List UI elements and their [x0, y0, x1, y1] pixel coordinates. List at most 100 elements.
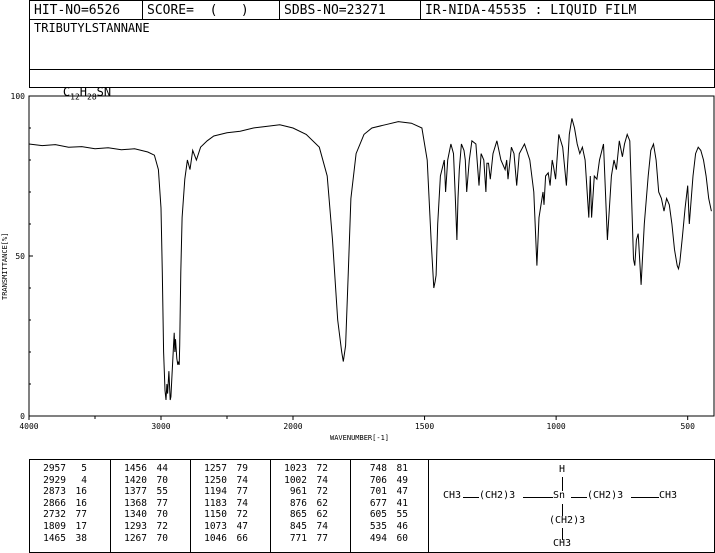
peak-column: 1456 44 1420 70 1377 55 1368 77 1340 70 1293 72 1267…: [110, 460, 190, 552]
peak-row: 701 47: [357, 486, 408, 498]
structure-left-ch3: CH3: [443, 490, 462, 501]
peak-row: 1377 55: [117, 486, 168, 498]
structure-bottom-chain: (CH2)3: [549, 515, 586, 526]
peak-transmittance: 74: [316, 474, 328, 486]
peak-row: 605 55: [357, 509, 408, 521]
peak-wavenumber: 677: [369, 497, 387, 509]
peak-transmittance: 41: [396, 497, 408, 509]
peak-row: 494 60: [357, 533, 408, 545]
peak-column: 1023 72 1002 74 961 72 876 62 865 62 845 74 771 77: [270, 460, 350, 552]
peak-transmittance: 44: [156, 463, 168, 474]
peak-row: 1023 72: [277, 463, 328, 475]
peak-transmittance: 5: [81, 463, 87, 474]
peak-row: 1340 70: [117, 509, 168, 521]
peak-wavenumber: 748: [369, 463, 387, 474]
peak-row: 2866 16: [36, 498, 87, 510]
peak-transmittance: 81: [396, 463, 408, 474]
peak-transmittance: 62: [316, 509, 328, 521]
peak-wavenumber: 1267: [124, 532, 147, 544]
peak-transmittance: 47: [236, 520, 248, 532]
peak-transmittance: 72: [316, 486, 328, 498]
peak-transmittance: 74: [236, 474, 248, 486]
peak-transmittance: 77: [316, 532, 328, 544]
y-tick-label: 50: [15, 252, 25, 261]
peak-row: 1257 79: [197, 463, 248, 475]
peak-row: 2957 5: [36, 463, 87, 475]
peak-wavenumber: 1809: [43, 520, 66, 532]
peak-wavenumber: 1150: [204, 509, 227, 521]
peak-row: 865 62: [277, 509, 328, 521]
peak-transmittance: 74: [316, 520, 328, 532]
peak-row: 748 81: [357, 463, 408, 475]
structure-h: H: [559, 464, 566, 475]
peak-transmittance: 17: [75, 520, 87, 532]
peak-wavenumber: 2929: [43, 474, 66, 486]
peak-wavenumber: 1368: [124, 497, 147, 509]
x-tick-label: 4000: [19, 422, 38, 431]
peak-row: 535 46: [357, 521, 408, 533]
peak-wavenumber: 494: [369, 532, 387, 544]
peak-wavenumber: 2732: [43, 509, 66, 521]
peak-wavenumber: 1377: [124, 486, 147, 498]
peak-column: 1257 79 1250 74 1194 77 1183 74 1150 72 1073 47 1046…: [190, 460, 270, 552]
peak-wavenumber: 845: [289, 520, 307, 532]
peak-transmittance: 55: [396, 509, 408, 521]
peak-wavenumber: 1023: [284, 463, 307, 474]
peak-transmittance: 79: [236, 463, 248, 474]
x-axis-ticks: 4000 3000 2000 1500 1000 500: [19, 416, 695, 431]
peak-transmittance: 77: [156, 497, 168, 509]
x-tick-label: 3000: [151, 422, 170, 431]
peak-row: 1267 70: [117, 533, 168, 545]
x-tick-label: 500: [680, 422, 695, 431]
peak-wavenumber: 1073: [204, 520, 227, 532]
structure-center: Sn: [553, 490, 566, 501]
peak-row: 1073 47: [197, 521, 248, 533]
peak-transmittance: 55: [156, 486, 168, 498]
x-tick-label: 1000: [546, 422, 565, 431]
peak-row: 1046 66: [197, 533, 248, 545]
peak-wavenumber: 535: [369, 520, 387, 532]
peak-transmittance: 60: [396, 532, 408, 544]
peak-wavenumber: 2873: [43, 486, 66, 498]
peak-row: 1183 74: [197, 498, 248, 510]
peak-wavenumber: 1340: [124, 509, 147, 521]
peak-transmittance: 70: [156, 532, 168, 544]
peak-wavenumber: 876: [289, 497, 307, 509]
plot-frame: [28, 95, 715, 417]
spectrum-line: [28, 118, 712, 401]
peak-wavenumber: 2957: [43, 463, 66, 474]
peak-row: 1002 74: [277, 475, 328, 487]
peak-wavenumber: 1183: [204, 497, 227, 509]
peak-row: 1368 77: [117, 498, 168, 510]
peak-wavenumber: 706: [369, 474, 387, 486]
peak-row: 845 74: [277, 521, 328, 533]
y-tick-label: 0: [20, 412, 25, 421]
peak-row: 1420 70: [117, 475, 168, 487]
chemical-structure: H CH3 (CH2)3 Sn (CH2)3 CH3 (CH2)3 CH3: [429, 460, 715, 552]
peak-wavenumber: 1257: [204, 463, 227, 474]
ir-spectrum-chart: 4000 3000 2000 1500 1000 500 100500 WAVENUMBE…: [1, 92, 715, 442]
x-tick-label: 2000: [283, 422, 302, 431]
peak-row: 771 77: [277, 533, 328, 545]
peak-wavenumber: 605: [369, 509, 387, 521]
peak-wavenumber: 1456: [124, 463, 147, 474]
y-axis-title: TRANSMITTANCE[%]: [1, 233, 9, 300]
peak-table-box: 2957 5 2929 4 2873 16 2866 16 2732 77 1809 17 1465 38…: [29, 459, 715, 553]
peak-row: 1194 77: [197, 486, 248, 498]
peak-wavenumber: 771: [289, 532, 307, 544]
peak-wavenumber: 1046: [204, 532, 227, 544]
x-axis-title: WAVENUMBER[-1]: [330, 434, 389, 442]
peak-transmittance: 47: [396, 486, 408, 498]
x-tick-label: 1500: [415, 422, 434, 431]
structure-bottom-ch3: CH3: [553, 538, 572, 549]
structure-right-chain: (CH2)3: [587, 490, 624, 501]
peak-transmittance: 16: [75, 497, 87, 509]
peak-row: 677 41: [357, 498, 408, 510]
peak-wavenumber: 1194: [204, 486, 227, 498]
peak-transmittance: 77: [75, 509, 87, 521]
peak-transmittance: 66: [236, 532, 248, 544]
peak-transmittance: 62: [316, 497, 328, 509]
peak-row: 1809 17: [36, 521, 87, 533]
peak-wavenumber: 1250: [204, 474, 227, 486]
peak-wavenumber: 961: [289, 486, 307, 498]
